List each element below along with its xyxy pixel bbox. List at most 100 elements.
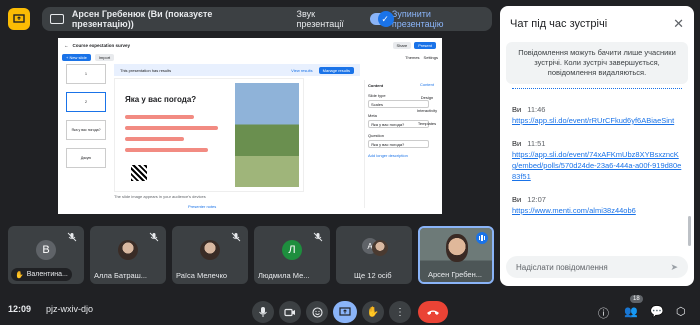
back-arrow-icon: ← (64, 42, 69, 48)
presenter-pill: Арсен Гребенюк (Ви (показуєте презентаці… (42, 7, 492, 31)
scale-bars (125, 115, 223, 159)
meeting-info-icon[interactable]: ⓘ (598, 305, 609, 321)
chat-scrollbar[interactable] (688, 216, 691, 246)
results-banner: This presentation has results View resul… (114, 64, 360, 76)
view-results-link: View results (291, 67, 313, 73)
chat-icon[interactable]: 💬 (650, 305, 664, 318)
thumbnail-1: 1 (66, 64, 106, 84)
avatar: В (36, 240, 56, 260)
people-icon[interactable]: 👥 (624, 305, 638, 318)
present-screen-icon (339, 307, 351, 316)
more-options-button[interactable]: ⋮ (389, 301, 411, 323)
new-slide-button: + New slide (62, 53, 91, 61)
chat-message: Ви 11:51 https://app.sli.do/event/74xAFKm… (512, 138, 682, 182)
check-icon: ✓ (381, 14, 389, 24)
message-sender: Ви (512, 139, 522, 148)
hand-icon: ✋ (366, 306, 380, 318)
avatar (200, 240, 220, 260)
microphone-icon (259, 307, 267, 317)
participant-name: Арсен Гребен... (428, 270, 482, 279)
control-bar: 12:09 pjz-wxiv-djo ✋ ⋮ ⓘ 👥 18 💬 ⬡ (0, 291, 700, 325)
slide-type-label: Slide type (368, 93, 386, 98)
chat-input[interactable]: Надіслати повідомлення ➤ (506, 256, 688, 278)
camera-button[interactable] (279, 301, 301, 323)
meta-label: Meta (368, 113, 377, 118)
reactions-button[interactable] (306, 301, 328, 323)
participant-tile[interactable]: Раїса Мелечко (172, 226, 248, 284)
end-call-icon (427, 310, 439, 315)
shared-screen: ← Course expectation survey Share Presen… (58, 38, 442, 214)
right-tools: Content Design Interactivity Templates (412, 76, 442, 214)
chat-message: Ви 11:46 https://app.sli.do/event/rRUrCFk… (512, 104, 682, 126)
tool-templates: Templates (417, 121, 437, 126)
thumbnail-4: Дякую (66, 148, 106, 168)
mic-off-icon (313, 232, 323, 242)
message-link[interactable]: https://www.menti.com/almi38z44ob6 (512, 205, 682, 216)
participant-name: Алла Батраш... (94, 271, 147, 280)
participant-tile[interactable]: Л Людмила Ме... (254, 226, 330, 284)
mic-off-icon (231, 232, 241, 242)
mic-off-icon (149, 232, 159, 242)
participant-name: Раїса Мелечко (176, 271, 228, 280)
presentation-bar: Арсен Гребенюк (Ви (показуєте презентаці… (6, 6, 492, 32)
chat-message: Ви 12:07 https://www.menti.com/almi38z44o… (512, 194, 682, 216)
message-time: 11:46 (527, 105, 546, 114)
more-participants-tile[interactable]: А Ще 12 осіб (336, 226, 412, 284)
landscape-photo (235, 83, 299, 187)
slide-editor-header: ← Course expectation survey Share Presen… (58, 38, 442, 52)
participant-name-pill: ✋ Валентина... (11, 268, 72, 281)
tool-content: Content (419, 82, 434, 87)
slide-question: Яка у вас погода? (125, 95, 197, 104)
message-link[interactable]: https://app.sli.do/event/rRUrCFkud6yf6AB… (512, 115, 682, 126)
participant-name: Валентина... (26, 271, 68, 278)
stop-presenting-button[interactable]: Зупинити презентацію (392, 9, 484, 29)
avatar (446, 234, 468, 262)
avatar: Л (282, 240, 302, 260)
survey-title: Course expectation survey (72, 42, 131, 48)
chat-header: Чат під час зустрічі ✕ (500, 6, 694, 42)
chat-title: Чат під час зустрічі (510, 18, 608, 30)
activities-icon[interactable]: ⬡ (676, 305, 686, 318)
hand-raised-icon: ✋ (15, 271, 24, 279)
presentation-sound-toggle[interactable]: ✓ (370, 11, 394, 27)
chat-messages: Ви 11:46 https://app.sli.do/event/rRUrCFk… (500, 104, 694, 216)
message-sender: Ви (512, 105, 522, 114)
themes-label: Themes (405, 54, 420, 60)
raise-hand-button[interactable]: ✋ (362, 301, 384, 323)
present-button: Present (414, 41, 436, 49)
self-tile[interactable]: Арсен Гребен... (418, 226, 494, 284)
slide-canvas: Яка у вас погода? (114, 78, 304, 192)
meeting-code: pjz-wxiv-djo (46, 304, 94, 314)
tool-interactivity: Interactivity (416, 108, 438, 113)
screen-share-icon (50, 14, 64, 24)
thumbnail-3: Яка у вас погода? (66, 120, 106, 140)
scale-bar (125, 115, 194, 119)
speaking-icon (476, 232, 488, 244)
present-now-button[interactable] (333, 301, 357, 323)
question-label: Question (368, 133, 385, 138)
more-participants-label: Ще 12 осіб (354, 271, 392, 280)
chat-panel: Чат під час зустрічі ✕ Повідомлення можу… (500, 6, 694, 286)
participant-tile[interactable]: Алла Батраш... (90, 226, 166, 284)
participant-name: Людмила Ме... (258, 271, 310, 280)
message-sender: Ви (512, 195, 522, 204)
scale-bar (125, 137, 184, 141)
send-icon[interactable]: ➤ (670, 262, 678, 273)
manage-results-button: Manage results (318, 66, 354, 74)
message-time: 11:51 (527, 139, 546, 148)
banner-text: This presentation has results (120, 67, 172, 73)
scale-bar (125, 148, 209, 152)
chat-input-placeholder: Надіслати повідомлення (516, 262, 608, 272)
leave-call-button[interactable] (418, 301, 448, 323)
mic-off-icon (67, 232, 77, 242)
close-icon[interactable]: ✕ (673, 16, 684, 32)
import-button: Import (94, 53, 115, 61)
slide-toolbar: + New slide Import Themes Settings (58, 52, 442, 62)
participant-tile[interactable]: В ✋ Валентина... (8, 226, 84, 284)
microphone-button[interactable] (252, 301, 274, 323)
tool-design: Design (420, 95, 434, 100)
thumbnail-2: 2 (66, 92, 106, 112)
camera-icon (284, 308, 295, 316)
settings-label: Settings (423, 54, 438, 60)
message-link[interactable]: https://app.sli.do/event/74xAFKmUbz8XYBs… (512, 149, 682, 182)
